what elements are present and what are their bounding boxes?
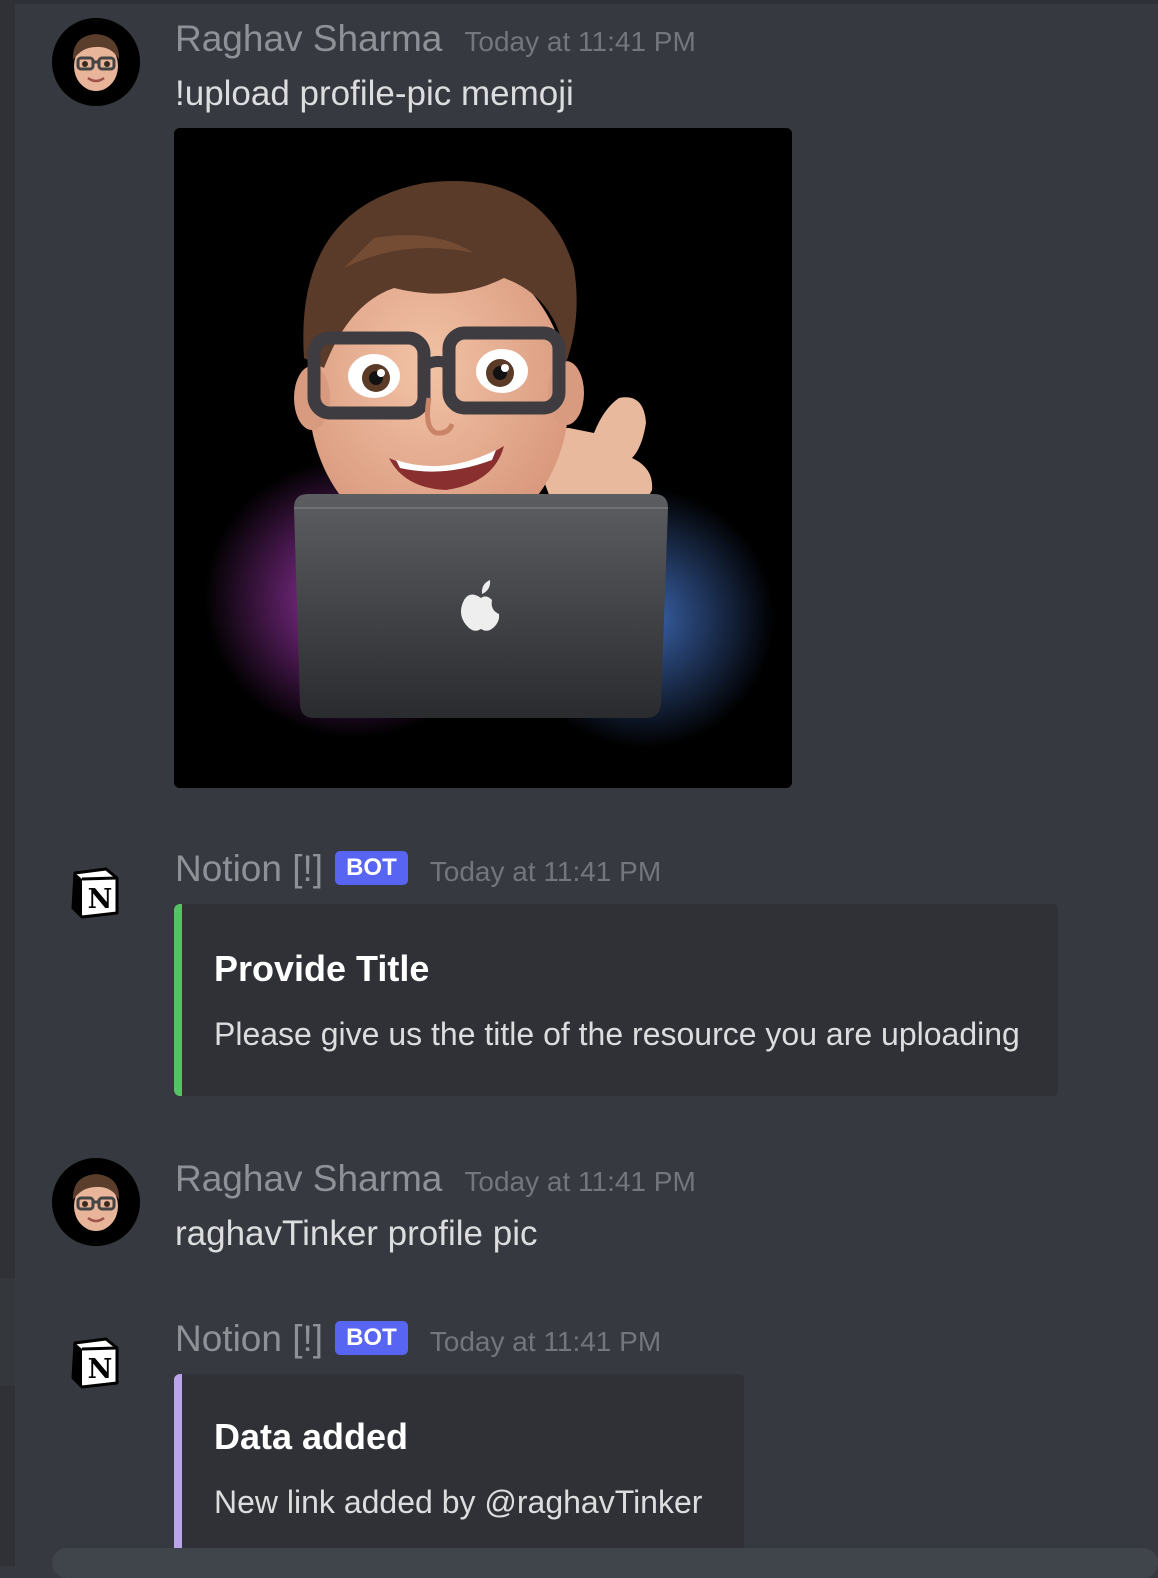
message-header: Notion [!] BOT Today at 11:41 PM [175, 848, 661, 891]
username[interactable]: Raghav Sharma [175, 18, 442, 60]
svg-text:N: N [88, 884, 113, 915]
embed: Provide Title Please give us the title o… [174, 904, 1058, 1096]
message-group: Raghav Sharma Today at 11:41 PM raghavTi… [15, 1140, 1158, 1260]
embed-accent-bar [174, 904, 182, 1096]
memoji-avatar-icon[interactable] [52, 1158, 140, 1246]
username[interactable]: Notion [!] [175, 1318, 323, 1360]
embed-description: Please give us the title of the resource… [214, 1016, 1020, 1052]
bot-tag: BOT [335, 1321, 408, 1355]
embed-title: Data added [214, 1416, 409, 1457]
embed-description: New link added by @raghavTinker [214, 1484, 703, 1520]
notion-logo-icon[interactable]: N [69, 866, 123, 920]
memoji-avatar-icon[interactable] [52, 18, 140, 106]
message-input[interactable] [52, 1548, 1158, 1578]
embed-accent-bar [174, 1374, 182, 1566]
message-group: N Notion [!] BOT Today at 11:41 PM Data … [15, 1310, 1158, 1566]
sidebar-edge-highlight [0, 1278, 15, 1386]
username[interactable]: Raghav Sharma [175, 1158, 442, 1200]
message-header: Raghav Sharma Today at 11:41 PM [175, 1158, 696, 1200]
embed-title: Provide Title [214, 948, 430, 989]
message-text: !upload profile-pic memoji [175, 74, 574, 113]
bot-tag: BOT [335, 851, 408, 885]
timestamp[interactable]: Today at 11:41 PM [430, 856, 661, 888]
username[interactable]: Notion [!] [175, 848, 323, 890]
memoji-laptop-image[interactable] [174, 128, 792, 788]
message-header: Notion [!] BOT Today at 11:41 PM [175, 1318, 661, 1361]
embed: Data added New link added by @raghavTink… [174, 1374, 744, 1566]
message-group: Raghav Sharma Today at 11:41 PM !upload … [15, 0, 1158, 800]
timestamp[interactable]: Today at 11:41 PM [464, 26, 695, 58]
timestamp[interactable]: Today at 11:41 PM [430, 1326, 661, 1358]
timestamp[interactable]: Today at 11:41 PM [464, 1166, 695, 1198]
message-group: N Notion [!] BOT Today at 11:41 PM Provi… [15, 840, 1158, 1100]
svg-text:N: N [88, 1354, 113, 1385]
message-header: Raghav Sharma Today at 11:41 PM [175, 18, 696, 60]
message-text: raghavTinker profile pic [175, 1214, 538, 1253]
notion-logo-icon[interactable]: N [69, 1336, 123, 1390]
